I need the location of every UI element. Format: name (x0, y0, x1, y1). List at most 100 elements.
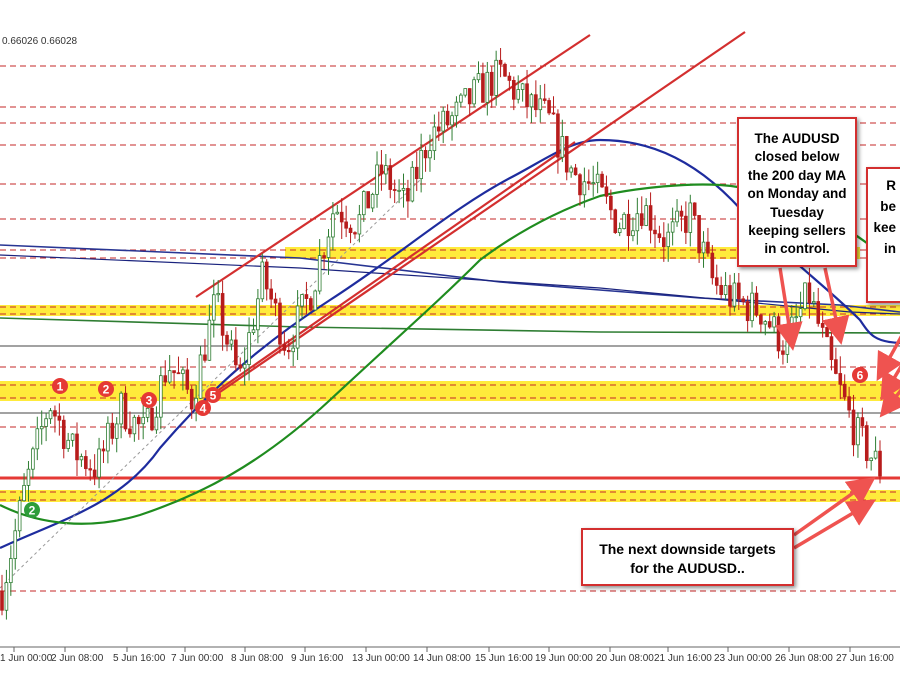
candle-body (353, 232, 357, 235)
marker-label: 3 (146, 394, 153, 408)
x-tick-label: 7 Jun 00:00 (171, 653, 224, 664)
annotation-line: keeping sellers (748, 223, 846, 239)
candle-body (185, 369, 190, 390)
candle-body (842, 383, 847, 398)
candle-body (860, 417, 865, 426)
candle-body (481, 73, 485, 103)
candle-body (767, 321, 772, 328)
x-tick-label: 13 Jun 00:00 (352, 653, 410, 664)
marker-label: 2 (103, 383, 110, 397)
candle-body (123, 392, 128, 430)
candle-body (145, 407, 150, 418)
marker-3: 3 (141, 392, 157, 408)
annotation-line: R (886, 178, 896, 193)
candle-body (781, 350, 785, 355)
candle-body (503, 63, 507, 77)
candle-body (423, 150, 428, 159)
candle-body (269, 288, 273, 300)
candle-body (573, 167, 578, 176)
candle-body (812, 301, 816, 304)
candle-body (181, 369, 185, 374)
candle-body (547, 100, 551, 114)
candle-body (441, 110, 446, 132)
marker-label: 4 (200, 402, 207, 416)
candle-body (432, 126, 437, 152)
candle-body (119, 392, 123, 425)
candle-body (397, 189, 401, 192)
candle-body (569, 167, 573, 173)
candle-body (92, 469, 97, 478)
candle-body (564, 136, 569, 173)
candle-body (48, 410, 53, 420)
candle-body (864, 425, 869, 462)
annotation-line: for the AUDUSD.. (630, 560, 745, 576)
candle-body (13, 530, 18, 559)
candle-body (22, 484, 26, 502)
candle-body (714, 277, 719, 286)
candle-body (551, 112, 556, 115)
candle-body (723, 285, 728, 295)
annotation-box-cutoff: R be kee in (866, 167, 900, 303)
candle-body (560, 136, 565, 158)
candle-body (282, 343, 287, 351)
candle-body (167, 370, 172, 383)
candle-body (189, 388, 194, 410)
candle-body (617, 228, 622, 234)
candle-body (229, 339, 234, 345)
annotation-box-downside-targets: The next downside targets for the AUDUSD… (581, 528, 794, 586)
candle-body (309, 298, 313, 311)
candle-body (326, 236, 331, 258)
candle-body (203, 354, 207, 361)
marker-label: 2 (29, 504, 36, 518)
candle-body (61, 419, 66, 449)
candle-body (516, 89, 521, 100)
candle-body (450, 115, 454, 126)
candle-body (31, 448, 35, 470)
candle-body (57, 415, 62, 421)
x-tick-label: 20 Jun 08:00 (596, 653, 654, 664)
candle-body (428, 150, 432, 159)
candle-body (291, 347, 295, 353)
candle-body (75, 433, 79, 461)
candle-body (410, 166, 415, 202)
marker-label: 6 (857, 369, 864, 383)
candle-body (463, 88, 468, 96)
candle-body (785, 330, 790, 355)
candle-body (150, 407, 154, 431)
candle-body (388, 165, 393, 190)
candle-body (172, 370, 176, 374)
candle-body (741, 298, 746, 302)
candle-body (331, 213, 335, 238)
candle-body (370, 193, 375, 209)
candle-body (834, 359, 838, 374)
candle-body (361, 191, 366, 216)
candle-body (653, 229, 657, 235)
candle-body (114, 423, 119, 439)
candle-body (737, 282, 741, 300)
candle-body (728, 285, 732, 307)
x-tick-label: 1 Jun 00:00 (0, 653, 53, 664)
candle-body (247, 332, 251, 365)
candle-body (335, 211, 340, 215)
candle-body (732, 282, 737, 307)
candle-body (639, 213, 644, 226)
annotation-line: in control. (764, 241, 830, 257)
candle-body (66, 439, 70, 449)
candle-body (587, 181, 591, 184)
candle-body (278, 302, 282, 345)
candle-body (26, 468, 31, 486)
candle-body (211, 294, 216, 321)
candle-body (154, 416, 159, 431)
candle-body (626, 213, 631, 237)
candle-body (322, 255, 326, 258)
candle-body (216, 293, 220, 296)
candle-body (542, 98, 547, 101)
x-tick-label: 2 Jun 08:00 (51, 653, 104, 664)
marker-5: 5 (205, 387, 221, 403)
candle-body (485, 71, 490, 103)
candle-body (701, 241, 706, 254)
candle-body (772, 316, 776, 328)
candle-body (644, 205, 648, 226)
candle-body (17, 500, 22, 532)
candle-body (375, 164, 379, 195)
